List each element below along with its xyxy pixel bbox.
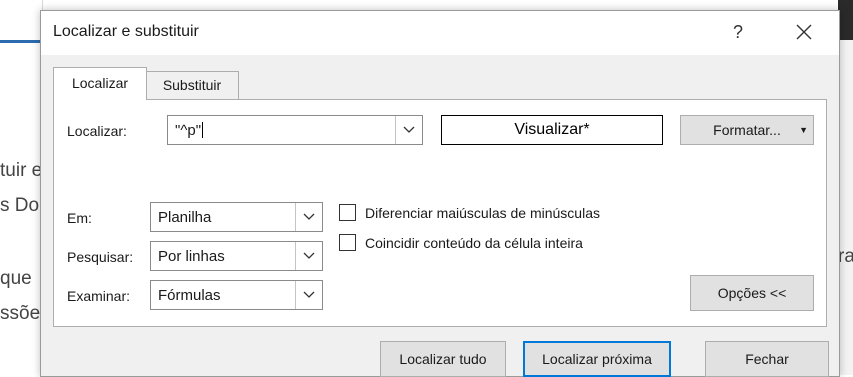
find-what-label: Localizar: [67,123,127,139]
background-text-line: ra [838,246,853,267]
within-value: Planilha [158,209,212,226]
background-text-line: tuir e [0,160,42,181]
look-in-value: Fórmulas [158,287,221,304]
options-toggle-button[interactable]: Opções << [690,275,814,311]
format-button[interactable]: Formatar... ▼ [680,115,814,145]
format-preview: Visualizar* [441,115,663,145]
search-combobox[interactable]: Por linhas [150,241,323,271]
look-in-dropdown-button[interactable] [295,281,322,309]
match-case-label[interactable]: Diferenciar maiúsculas de minúsculas [365,205,600,221]
close-dialog-button[interactable] [789,17,819,47]
find-what-input[interactable]: "^p" [175,122,204,139]
format-button-label: Formatar... [713,122,781,138]
dropdown-arrow-icon: ▼ [799,125,808,135]
text-caret [202,122,204,138]
tab-replace[interactable]: Substituir [145,71,239,100]
tab-find[interactable]: Localizar [53,67,147,100]
find-what-value: "^p" [175,122,202,139]
background-panel-right [838,0,853,375]
help-button[interactable]: ? [723,17,753,47]
find-what-dropdown-button[interactable] [395,116,422,144]
within-combobox[interactable]: Planilha [150,202,323,232]
find-all-button[interactable]: Localizar tudo [380,341,506,377]
background-text-line: s Do [0,195,40,216]
find-next-button[interactable]: Localizar próxima [523,341,671,377]
match-entire-cell-label[interactable]: Coincidir conteúdo da célula inteira [365,235,583,251]
search-dropdown-button[interactable] [295,242,322,270]
match-entire-cell-checkbox[interactable] [339,234,356,251]
within-label: Em: [67,210,92,226]
background-text-line: que [0,268,32,289]
search-value: Por linhas [158,248,225,265]
chevron-down-icon [303,252,315,259]
find-replace-dialog: Localizar e substituir ? Localizar Subst… [40,10,840,377]
background-accent-stripe [0,40,42,43]
close-icon [796,24,812,40]
chevron-down-icon [303,213,315,220]
dialog-title: Localizar e substituir [53,23,199,40]
search-label: Pesquisar: [67,249,134,265]
background-text-line: ssõe [0,303,41,324]
close-button[interactable]: Fechar [705,341,829,377]
within-dropdown-button[interactable] [295,203,322,231]
match-case-checkbox[interactable] [339,204,356,221]
chevron-down-icon [303,291,315,298]
find-what-combobox[interactable]: "^p" [167,115,423,145]
background-image-right [838,0,853,40]
look-in-combobox[interactable]: Fórmulas [150,280,323,310]
dialog-titlebar: Localizar e substituir ? [41,11,839,55]
chevron-down-icon [403,126,415,133]
look-in-label: Examinar: [67,288,131,304]
